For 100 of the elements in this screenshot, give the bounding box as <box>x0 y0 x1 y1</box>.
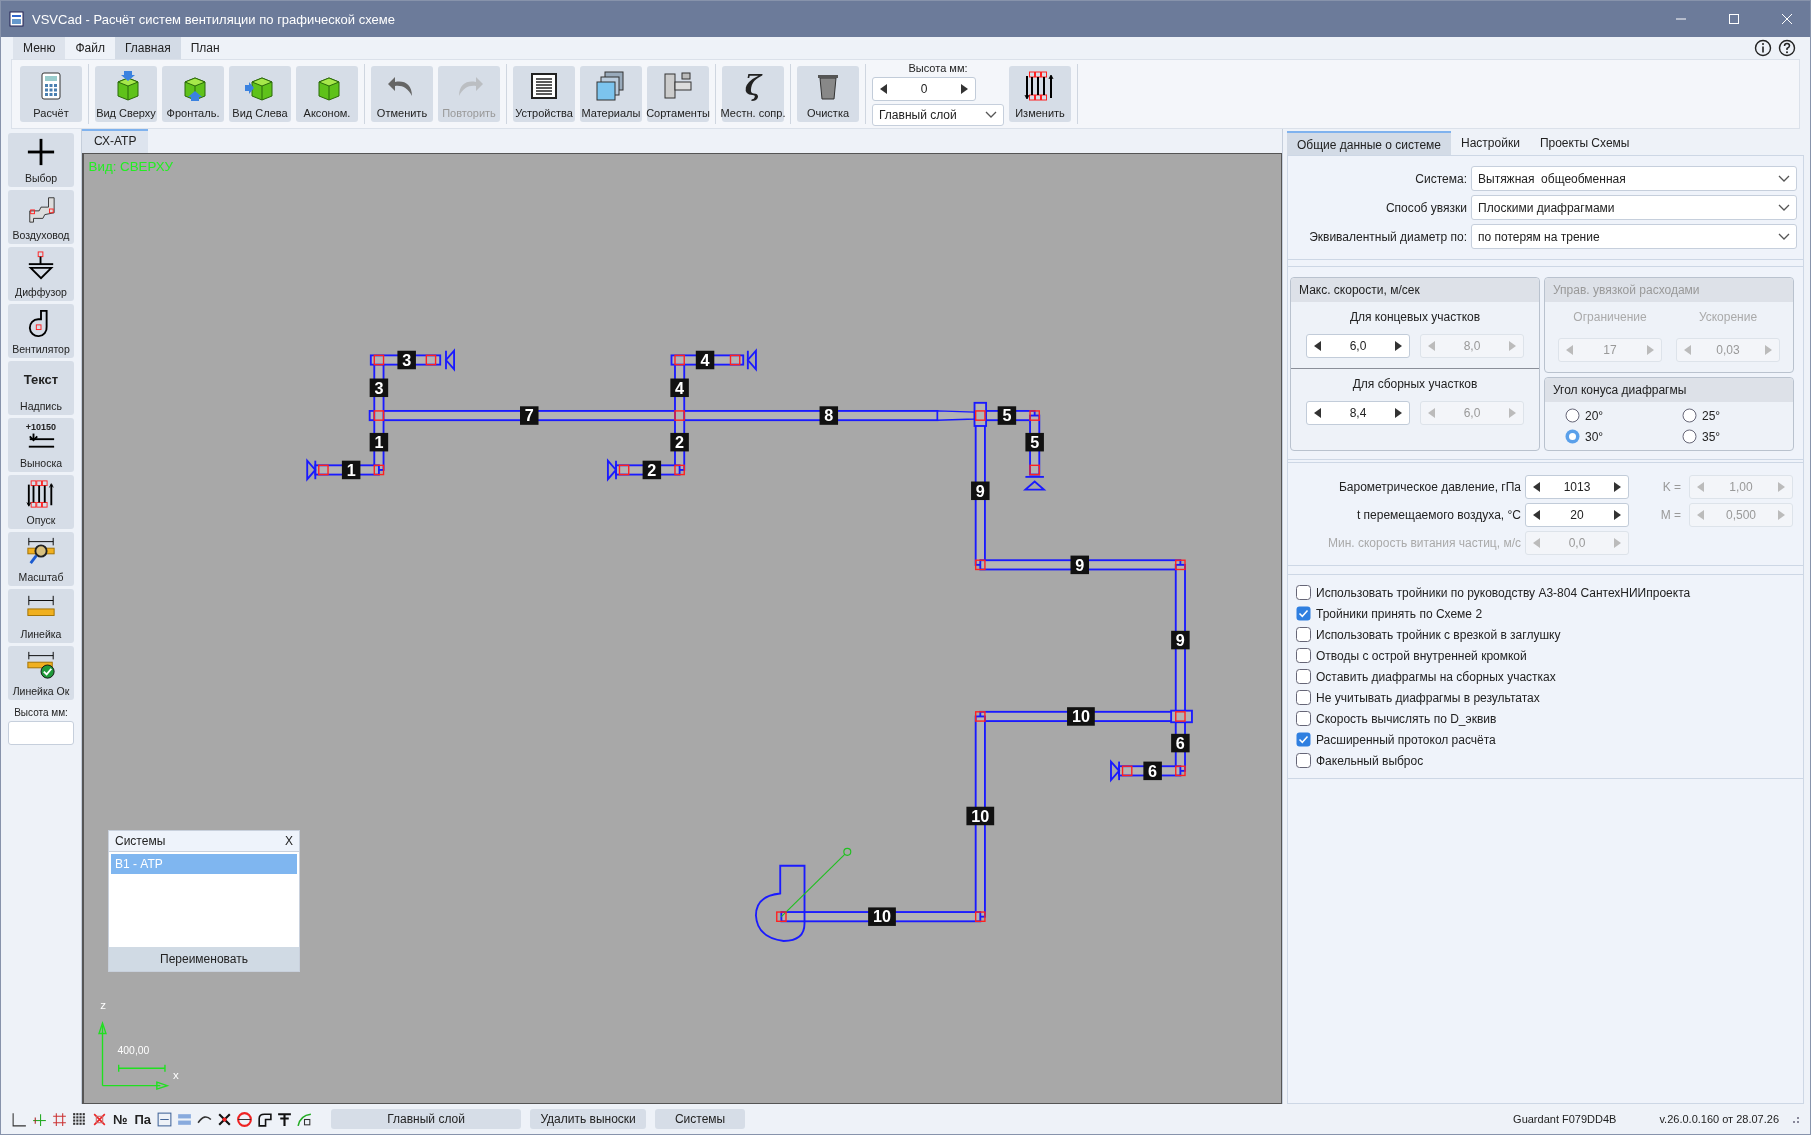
checkbox[interactable] <box>1296 753 1311 768</box>
arrow-left-icon <box>1566 345 1574 355</box>
tool-button[interactable]: Линейка Ок <box>8 646 74 700</box>
arrow-right-icon <box>1508 341 1516 351</box>
license-info: Guardant F079DD4B <box>1513 1113 1617 1125</box>
dot-grid-icon[interactable] <box>71 1110 88 1128</box>
drawing-canvas[interactable]: Вид: СВЕРХУ 3 4 3 4 7 8 5 1 2 5 1 2 9 9 9 10 6 6 10 10 z 400,00 x Системы X В1 - АТР Переименовать <box>82 153 1282 1104</box>
arrow-right-icon <box>1777 482 1785 492</box>
status-button[interactable]: Удалить выноски <box>530 1109 647 1129</box>
section-label: 6 <box>1143 761 1162 781</box>
coefficient-label: K = <box>1661 480 1682 494</box>
radio-button[interactable] <box>1565 429 1580 444</box>
tool-button[interactable]: Линейка <box>8 589 74 643</box>
spin-field[interactable]: 1013 <box>1525 475 1629 499</box>
toolbar-button[interactable]: ζ Местн. сопр. <box>722 66 784 122</box>
fittings-icon <box>662 70 694 102</box>
status-toggle[interactable]: Па <box>132 1111 154 1127</box>
ribbon-tab[interactable]: Файл <box>65 37 115 59</box>
joint-marker <box>975 410 986 421</box>
panel-tab[interactable]: Проекты Схемы <box>1529 131 1640 155</box>
panel-tab[interactable]: Общие данные о системе <box>1287 131 1452 155</box>
tool-button[interactable]: Опуск <box>8 475 74 529</box>
window-title: VSVCad - Расчёт систем вентиляции по графической схеме <box>32 11 395 27</box>
tool-button[interactable]: +10150 Выноска <box>8 418 74 472</box>
radio-label: 20° <box>1585 408 1604 423</box>
arrow-right-icon <box>1508 408 1516 418</box>
elbow-icon[interactable] <box>256 1110 274 1128</box>
toolbar-button[interactable]: Сортаменты <box>647 66 709 122</box>
tool-button[interactable]: Текст Надпись <box>8 361 74 415</box>
arrow-right-icon <box>1394 341 1402 351</box>
grid-icon[interactable] <box>51 1110 68 1128</box>
toolbar-button[interactable]: Вид Сверху <box>95 66 157 122</box>
frame-icon[interactable] <box>156 1110 174 1128</box>
toolbar-button[interactable]: Фронталь. <box>162 66 224 122</box>
radio-label: 25° <box>1702 408 1721 423</box>
group-title: Макс. скорости, м/сек <box>1291 278 1539 302</box>
curve-icon[interactable] <box>296 1110 314 1128</box>
tool-button[interactable]: Диффузор <box>8 247 74 301</box>
checkbox[interactable] <box>1296 585 1311 600</box>
ribbon-tab[interactable]: Главная <box>114 37 181 59</box>
checkbox[interactable] <box>1296 732 1311 747</box>
radio-button[interactable] <box>1682 429 1697 444</box>
status-button[interactable]: Главный слой <box>331 1109 522 1129</box>
joint-marker <box>425 354 437 366</box>
diffuser <box>444 348 455 372</box>
spin-field[interactable]: 0 <box>872 77 976 101</box>
tool-button[interactable]: Воздуховод <box>8 190 74 244</box>
panel-tab[interactable]: Настройки <box>1451 131 1530 155</box>
app-menu-button[interactable]: Меню <box>13 37 66 59</box>
joint-marker <box>1029 410 1040 421</box>
close-button[interactable]: X <box>285 834 293 848</box>
toolbar-button[interactable]: Очистка <box>797 66 859 122</box>
checkbox[interactable] <box>1296 711 1311 726</box>
help-icon[interactable] <box>1778 39 1796 57</box>
ribbon-tab[interactable]: План <box>180 37 230 59</box>
checkbox[interactable] <box>1296 690 1311 705</box>
dropdown[interactable]: Плоскими диафрагмами <box>1471 195 1797 220</box>
toolbar-button[interactable]: Устройства <box>513 66 575 122</box>
tool-button[interactable]: Вентилятор <box>8 304 74 358</box>
status-toggle[interactable]: № <box>111 1111 130 1127</box>
spin-field[interactable]: 6,0 <box>1306 334 1410 358</box>
scale-icon <box>26 536 56 566</box>
axis-label: x <box>173 1068 179 1081</box>
dropdown[interactable]: по потерям на трение <box>1471 224 1797 249</box>
layer-dropdown[interactable]: Главный слой <box>872 104 1004 126</box>
rename-button[interactable]: Переименовать <box>109 947 299 971</box>
checkbox[interactable] <box>1296 648 1311 663</box>
toolbar-button[interactable]: Расчёт <box>20 66 82 122</box>
toolbar-button[interactable]: Изменить <box>1009 66 1071 122</box>
dropdown[interactable]: Вытяжная общеобменная <box>1471 166 1797 191</box>
scale-value: 400,00 <box>117 1045 150 1057</box>
toolbar-button[interactable]: Аксоном. <box>296 66 358 122</box>
radio-label: 30° <box>1585 429 1604 444</box>
toolbar-button[interactable]: Вид Слева <box>229 66 291 122</box>
info-icon[interactable] <box>1754 39 1772 57</box>
axes-icon[interactable] <box>11 1110 28 1128</box>
toolbar-button[interactable]: Отменить <box>371 66 433 122</box>
section-label: 7 <box>520 406 539 425</box>
tool-button[interactable]: Масштаб <box>8 532 74 586</box>
checkbox[interactable] <box>1296 669 1311 684</box>
spin-field[interactable]: 20 <box>1525 503 1629 527</box>
checkbox[interactable] <box>1296 606 1311 621</box>
checkbox[interactable] <box>1296 627 1311 642</box>
height-label: Высота мм: <box>907 62 969 74</box>
height-input[interactable] <box>8 721 74 745</box>
toolbar-button[interactable]: Материалы <box>580 66 642 122</box>
field-label: Эквивалентный диаметр по: <box>1308 229 1467 244</box>
field-label: Мин. скорость витания частиц, м/с <box>1327 536 1521 550</box>
section-label: 5 <box>1025 432 1044 452</box>
radio-button[interactable] <box>1565 408 1580 423</box>
checkbox-label: Скорость вычислять по D_эквив <box>1316 711 1497 726</box>
circle-icon[interactable] <box>236 1110 254 1128</box>
tee-icon[interactable] <box>276 1110 294 1128</box>
ruler-check-icon <box>26 650 56 680</box>
status-button[interactable]: Системы <box>655 1109 746 1129</box>
spin-field[interactable]: 8,4 <box>1306 401 1410 425</box>
document-tab[interactable]: СХ-АТР <box>82 129 149 153</box>
radio-button[interactable] <box>1682 408 1697 423</box>
section-label: 3 <box>397 350 416 370</box>
tool-button[interactable]: Выбор <box>8 133 74 187</box>
